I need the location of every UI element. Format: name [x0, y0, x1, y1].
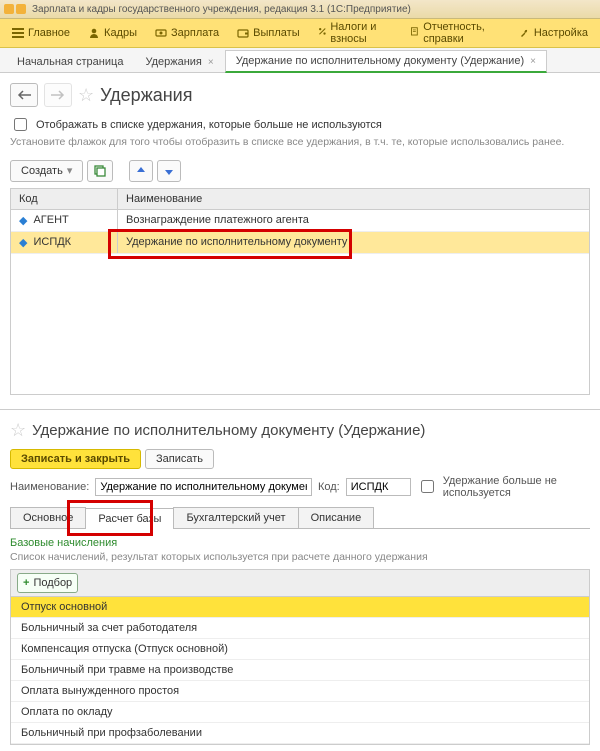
col-code-header[interactable]: Код [11, 189, 118, 209]
people-icon [88, 27, 100, 39]
menu-kadry[interactable]: Кадры [80, 23, 145, 43]
page-title: Удержания [100, 85, 192, 106]
menu-icon [12, 27, 24, 39]
name-input[interactable] [95, 478, 312, 496]
menu-label: Налоги и взносы [330, 21, 392, 45]
wallet-icon [237, 27, 249, 39]
tab-raschet-bazy[interactable]: Расчет базы [85, 508, 174, 529]
list-item[interactable]: Оплата вынужденного простоя [11, 681, 589, 702]
menu-label: Настройка [534, 27, 588, 39]
checkbox-label: Отображать в списке удержания, которые б… [36, 119, 382, 131]
plus-icon: + [23, 577, 29, 589]
menu-nalogi[interactable]: Налоги и взносы [310, 17, 401, 49]
deductions-grid: Код Наименование ◆ АГЕНТ Вознаграждение п… [10, 188, 590, 395]
list-item[interactable]: Отпуск основной [11, 597, 589, 618]
main-menu: Главное Кадры Зарплата Выплаты Налоги и … [0, 19, 600, 48]
move-down-button[interactable] [157, 160, 181, 182]
tab-label: Начальная страница [17, 56, 123, 68]
tab-label: Удержание по исполнительному документу (… [236, 55, 524, 67]
menu-label: Зарплата [171, 27, 219, 39]
button-label: Подбор [33, 577, 72, 589]
menu-vyplaty[interactable]: Выплаты [229, 23, 307, 43]
tab-document[interactable]: Удержание по исполнительному документу (… [225, 50, 547, 73]
document-tabs: Начальная страница Удержания × Удержание … [0, 48, 600, 73]
tab-uderzhaniya[interactable]: Удержания × [134, 51, 224, 72]
name-label: Наименование: [10, 481, 89, 493]
menu-label: Главное [28, 27, 70, 39]
save-button[interactable]: Записать [145, 449, 214, 469]
base-accruals-label: Базовые начисления [10, 537, 590, 549]
table-row[interactable]: ◆ ИСПДК Удержание по исполнительному доку… [11, 232, 589, 254]
list-item[interactable]: Компенсация отпуска (Отпуск основной) [11, 639, 589, 660]
favorite-star-icon[interactable]: ☆ [10, 420, 26, 441]
row-icon: ◆ [19, 236, 27, 249]
list-item[interactable]: Оплата по окладу [11, 702, 589, 723]
favorite-star-icon[interactable]: ☆ [78, 85, 94, 106]
code-label: Код: [318, 481, 340, 493]
nav-back-button[interactable] [10, 83, 38, 107]
window-title: Зарплата и кадры государственного учрежд… [32, 4, 411, 15]
noused-checkbox[interactable] [421, 480, 434, 493]
tab-label: Удержания [145, 56, 201, 68]
hint-text: Установите флажок для того чтобы отобраз… [10, 136, 590, 150]
menu-nastr[interactable]: Настройка [510, 23, 596, 43]
menu-main[interactable]: Главное [4, 23, 78, 43]
window-titlebar: Зарплата и кадры государственного учрежд… [0, 0, 600, 19]
percent-icon [318, 27, 327, 39]
cell-name: Удержание по исполнительному документу [118, 232, 589, 253]
form-title: Удержание по исполнительному документу (… [32, 422, 425, 439]
close-icon[interactable]: × [208, 57, 214, 68]
button-label: Записать [156, 453, 203, 465]
base-accruals-hint: Список начислений, результат которых исп… [10, 551, 590, 563]
tab-osnovnoe[interactable]: Основное [10, 507, 86, 528]
close-icon[interactable]: × [530, 56, 536, 67]
window-controls [4, 4, 26, 14]
list-item[interactable]: Больничный при профзаболевании [11, 723, 589, 744]
form-tabs: Основное Расчет базы Бухгалтерский учет … [10, 507, 590, 529]
report-icon [410, 27, 419, 39]
wrench-icon [518, 27, 530, 39]
tab-home[interactable]: Начальная страница [6, 51, 134, 72]
row-icon: ◆ [19, 214, 27, 227]
list-item[interactable]: Больничный при травме на производстве [11, 660, 589, 681]
move-up-button[interactable] [129, 160, 153, 182]
tab-buh-uchet[interactable]: Бухгалтерский учет [173, 507, 298, 528]
tab-opisanie[interactable]: Описание [298, 507, 375, 528]
cell-name: Вознаграждение платежного агента [118, 210, 589, 231]
menu-label: Отчетность, справки [423, 21, 500, 45]
button-label: Создать [21, 165, 63, 177]
page-uderzhaniya: ☆ Удержания Отображать в списке удержани… [0, 73, 600, 401]
copy-button[interactable] [87, 160, 113, 182]
cell-code: ИСПДК [33, 236, 71, 248]
save-close-button[interactable]: Записать и закрыть [10, 449, 141, 469]
menu-label: Кадры [104, 27, 137, 39]
podbor-button[interactable]: + Подбор [17, 573, 78, 593]
table-row[interactable]: ◆ АГЕНТ Вознаграждение платежного агента [11, 210, 589, 232]
menu-label: Выплаты [253, 27, 299, 39]
create-button[interactable]: Создать▾ [10, 160, 83, 182]
window-dot [16, 4, 26, 14]
cell-code: АГЕНТ [33, 214, 68, 226]
window-dot [4, 4, 14, 14]
noused-label: Удержание больше не используется [443, 475, 590, 499]
button-label: Записать и закрыть [21, 453, 130, 465]
base-accruals-list: + Подбор Отпуск основной Больничный за с… [10, 569, 590, 745]
menu-otchet[interactable]: Отчетность, справки [402, 17, 507, 49]
list-item[interactable]: Больничный за счет работодателя [11, 618, 589, 639]
money-icon [155, 27, 167, 39]
page-document: ☆ Удержание по исполнительному документу… [0, 409, 600, 751]
col-name-header[interactable]: Наименование [118, 189, 589, 209]
grid-empty-space [11, 254, 589, 394]
nav-forward-button[interactable] [44, 83, 72, 107]
menu-zarplata[interactable]: Зарплата [147, 23, 227, 43]
show-unused-checkbox[interactable] [14, 118, 27, 131]
grid-header: Код Наименование [11, 189, 589, 210]
code-input[interactable] [346, 478, 411, 496]
